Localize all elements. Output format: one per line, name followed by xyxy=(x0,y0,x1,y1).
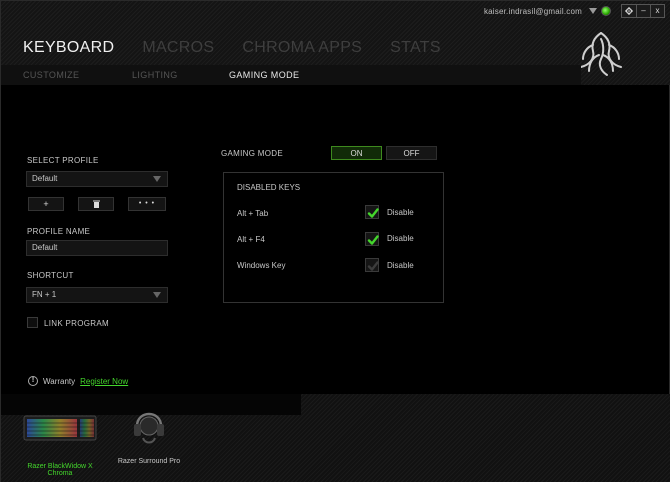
minimize-button[interactable]: – xyxy=(636,5,650,17)
checkmark-icon xyxy=(367,208,379,218)
sub-navigation: CUSTOMIZE LIGHTING GAMING MODE xyxy=(1,65,670,85)
disabled-key-windows-label: Windows Key xyxy=(237,261,286,270)
keyboard-icon xyxy=(23,415,97,441)
tab-stats[interactable]: STATS xyxy=(390,39,441,57)
window-controls: – x xyxy=(621,4,665,18)
headset-icon xyxy=(134,412,164,444)
profile-name-value: Default xyxy=(32,243,58,252)
gear-icon xyxy=(625,7,633,15)
more-options-button[interactable]: • • • xyxy=(128,197,166,211)
delete-profile-button[interactable] xyxy=(78,197,114,211)
checkmark-icon xyxy=(367,261,379,271)
disable-windows-key-option: Disable xyxy=(387,261,414,270)
device-bar: Razer BlackWidow X Chroma Razer Surround… xyxy=(1,394,670,482)
subtab-customize[interactable]: CUSTOMIZE xyxy=(23,70,79,80)
disable-alt-f4-checkbox[interactable] xyxy=(365,232,379,246)
shortcut-select-value: FN + 1 xyxy=(32,290,57,299)
settings-button[interactable] xyxy=(622,5,636,17)
gaming-mode-label: GAMING MODE xyxy=(221,149,283,158)
profile-select-value: Default xyxy=(32,174,58,183)
shortcut-select[interactable]: FN + 1 xyxy=(26,287,168,303)
disable-alt-f4-option: Disable xyxy=(387,234,414,243)
header: kaiser.indrasil@gmail.com – x KEYBOARD M… xyxy=(1,1,670,85)
gaming-mode-on-button[interactable]: ON xyxy=(331,146,382,160)
checkmark-icon xyxy=(367,235,379,245)
add-profile-button[interactable]: + xyxy=(28,197,64,211)
subtab-gaming-mode[interactable]: GAMING MODE xyxy=(229,70,299,80)
device-surround-pro-name: Razer Surround Pro xyxy=(117,458,181,465)
title-bar: kaiser.indrasil@gmail.com – x xyxy=(484,4,665,18)
warranty-label: Warranty xyxy=(43,376,76,386)
account-dropdown-icon[interactable] xyxy=(589,8,597,14)
profile-name-label: PROFILE NAME xyxy=(27,227,91,236)
tab-keyboard[interactable]: KEYBOARD xyxy=(23,39,114,57)
disabled-keys-panel: DISABLED KEYS Alt + Tab Disable Alt + F4… xyxy=(223,172,444,303)
trash-icon xyxy=(92,200,100,208)
chevron-down-icon xyxy=(153,292,161,298)
select-profile-label: SELECT PROFILE xyxy=(27,156,99,165)
link-program-label: LINK PROGRAM xyxy=(44,319,109,328)
synapse-window: kaiser.indrasil@gmail.com – x KEYBOARD M… xyxy=(0,0,670,482)
subtab-lighting[interactable]: LIGHTING xyxy=(132,70,178,80)
disabled-keys-title: DISABLED KEYS xyxy=(237,183,301,192)
tab-macros[interactable]: MACROS xyxy=(142,39,214,57)
account-email[interactable]: kaiser.indrasil@gmail.com xyxy=(484,7,582,16)
chevron-down-icon xyxy=(153,176,161,182)
disabled-key-alt-f4-label: Alt + F4 xyxy=(237,235,265,244)
device-surround-pro[interactable]: Razer Surround Pro xyxy=(109,400,189,465)
online-status-icon xyxy=(601,6,611,16)
info-icon: ! xyxy=(28,376,38,386)
profile-select[interactable]: Default xyxy=(26,171,168,187)
main-tabs: KEYBOARD MACROS CHROMA APPS STATS xyxy=(23,39,469,57)
gaming-mode-toggle: ON OFF xyxy=(331,146,437,160)
profile-name-input[interactable]: Default xyxy=(26,240,168,256)
warranty-row: ! Warranty Register Now xyxy=(28,376,128,386)
shortcut-label: SHORTCUT xyxy=(27,271,74,280)
disable-alt-tab-option: Disable xyxy=(387,208,414,217)
device-blackwidow-name: Razer BlackWidow X xyxy=(27,463,93,470)
disable-alt-tab-checkbox[interactable] xyxy=(365,205,379,219)
close-button[interactable]: x xyxy=(650,5,664,17)
disable-windows-key-checkbox[interactable] xyxy=(365,258,379,272)
tab-chroma-apps[interactable]: CHROMA APPS xyxy=(242,39,362,57)
gaming-mode-off-button[interactable]: OFF xyxy=(386,146,437,160)
device-blackwidow-name-line2: Chroma xyxy=(47,470,73,477)
disabled-key-alt-tab-label: Alt + Tab xyxy=(237,209,269,218)
link-program-checkbox[interactable] xyxy=(27,317,38,328)
device-blackwidow[interactable]: Razer BlackWidow X Chroma xyxy=(19,410,101,477)
register-now-link[interactable]: Register Now xyxy=(80,377,128,386)
